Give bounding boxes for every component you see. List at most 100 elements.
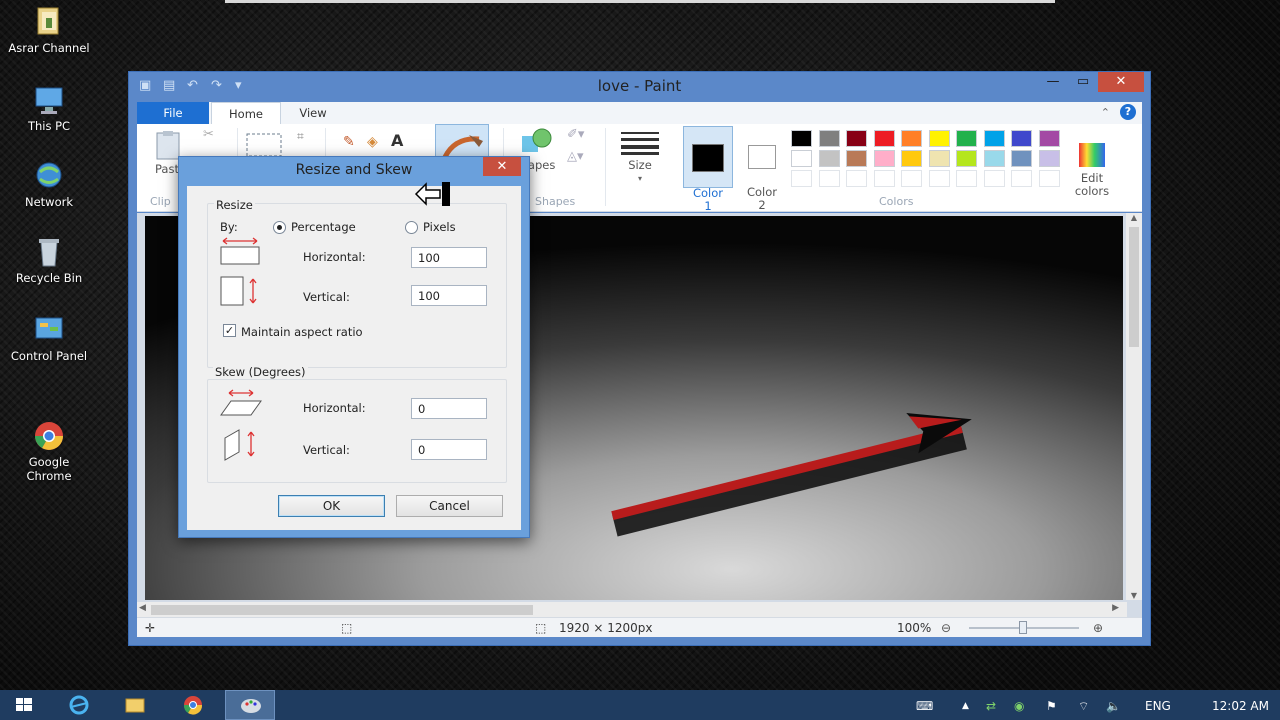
empty-color-swatch[interactable] [928, 170, 950, 187]
resize-horizontal-label: Horizontal: [303, 250, 366, 264]
color-swatch[interactable] [1038, 130, 1060, 147]
ok-button[interactable]: OK [278, 495, 385, 517]
network-icon [32, 160, 66, 192]
help-icon[interactable]: ? [1120, 104, 1136, 120]
color2-button[interactable]: Color 2 [739, 126, 785, 225]
empty-color-swatch[interactable] [1011, 170, 1032, 187]
pixels-label[interactable]: Pixels [423, 220, 456, 234]
percentage-radio[interactable] [273, 221, 286, 234]
percentage-label[interactable]: Percentage [291, 220, 356, 234]
zoom-slider-thumb[interactable] [1019, 621, 1027, 634]
desktop-icon-control-panel[interactable]: Control Panel [2, 314, 96, 363]
image-dimensions: 1920 × 1200px [559, 621, 653, 635]
crop-icon[interactable]: ⌗ [297, 130, 304, 143]
taskbar-paint[interactable] [225, 690, 275, 720]
color-swatch[interactable] [846, 130, 867, 147]
skew-horizontal-input[interactable]: 0 [411, 398, 487, 419]
ribbon-tabs: File Home View ⌃ ? [137, 102, 1142, 124]
zoom-slider[interactable] [969, 621, 1079, 634]
color-swatch[interactable] [791, 150, 812, 167]
cut-icon[interactable]: ✂ [203, 128, 214, 141]
text-tool-icon[interactable]: A [391, 133, 403, 149]
pixels-radio[interactable] [405, 221, 418, 234]
recycle-bin-icon [32, 236, 66, 268]
clock[interactable]: 12:02 AM [1212, 699, 1269, 713]
color-swatch[interactable] [791, 130, 812, 147]
empty-color-swatch[interactable] [846, 170, 867, 187]
color1-button[interactable]: Color 1 [683, 126, 733, 213]
pencil-icon[interactable]: ✎ [343, 135, 355, 149]
color-swatch[interactable] [983, 130, 1005, 147]
color-swatch[interactable] [928, 130, 950, 147]
color-swatch[interactable] [846, 150, 867, 167]
color-swatch[interactable] [956, 130, 977, 147]
cancel-button[interactable]: Cancel [396, 495, 503, 517]
volume-icon[interactable]: 🔈 [1106, 699, 1121, 713]
dialog-close-button[interactable]: ✕ [483, 157, 521, 176]
close-button[interactable]: ✕ [1098, 72, 1144, 92]
size-button[interactable]: Size ▾ [615, 128, 665, 185]
network-status-icon[interactable]: ⇄ [986, 699, 996, 713]
desktop-icon-recycle-bin[interactable]: Recycle Bin [2, 236, 96, 285]
empty-color-swatch[interactable] [956, 170, 977, 187]
wifi-icon[interactable]: ⌔ [1078, 699, 1089, 714]
color-swatch[interactable] [956, 150, 977, 167]
maximize-button[interactable]: ▭ [1068, 72, 1098, 92]
resize-horizontal-icon [220, 237, 260, 265]
empty-color-swatch[interactable] [901, 170, 922, 187]
zoom-in-button[interactable]: ⊕ [1093, 621, 1103, 635]
control-panel-icon [32, 314, 66, 346]
fill-icon[interactable]: ◈ [367, 135, 378, 149]
action-center-icon[interactable]: ⚑ [1046, 699, 1057, 713]
color-swatch[interactable] [818, 150, 840, 167]
desktop-icon-this-pc[interactable]: This PC [2, 84, 96, 133]
resize-vertical-label: Vertical: [303, 290, 350, 304]
edit-colors-button[interactable]: Edit colors [1069, 128, 1115, 211]
taskbar-chrome[interactable] [168, 690, 218, 720]
empty-color-swatch[interactable] [818, 170, 840, 187]
color-swatch[interactable] [1011, 130, 1032, 147]
keyboard-icon[interactable]: ⌨ [916, 699, 933, 713]
desktop-icon-google-chrome[interactable]: Google Chrome [2, 392, 96, 497]
minimize-ribbon-icon[interactable]: ⌃ [1101, 106, 1110, 119]
security-icon[interactable]: ◉ [1014, 699, 1024, 713]
language-indicator[interactable]: ENG [1145, 699, 1171, 713]
color-swatch[interactable] [928, 150, 950, 167]
tab-view[interactable]: View [282, 102, 344, 124]
minimize-button[interactable]: — [1038, 72, 1068, 92]
color-swatch[interactable] [901, 130, 922, 147]
desktop-icon-network[interactable]: Network [2, 160, 96, 209]
color-swatch[interactable] [1011, 150, 1032, 167]
move-cursor-icon [414, 182, 450, 206]
color-swatch[interactable] [901, 150, 922, 167]
maintain-aspect-checkbox[interactable]: ✓ [223, 324, 236, 337]
empty-color-swatch[interactable] [791, 170, 812, 187]
empty-color-swatch[interactable] [873, 170, 895, 187]
taskbar-internet-explorer[interactable] [54, 690, 104, 720]
resize-vertical-input[interactable]: 100 [411, 285, 487, 306]
color-swatch[interactable] [983, 150, 1005, 167]
color2-swatch [748, 145, 776, 169]
taskbar: ⌨ ▲ ⇄ ◉ ⚑ ⌔ 🔈 ENG 12:02 AM [0, 690, 1280, 720]
tab-home[interactable]: Home [211, 102, 281, 124]
taskbar-file-explorer[interactable] [110, 690, 160, 720]
resize-horizontal-input[interactable]: 100 [411, 247, 487, 268]
outline-icon[interactable]: ✐▾ [567, 128, 584, 141]
start-button[interactable] [0, 690, 48, 720]
tab-file[interactable]: File [137, 102, 209, 124]
color-swatch[interactable] [1038, 150, 1060, 167]
horizontal-scrollbar[interactable]: ◀ ▶ [137, 602, 1127, 618]
desktop-icon-asrar-channel[interactable]: Asrar Channel [2, 6, 96, 55]
zoom-out-button[interactable]: ⊖ [941, 621, 951, 635]
color-swatch[interactable] [818, 130, 840, 147]
color-swatch[interactable] [873, 130, 895, 147]
fill-style-icon[interactable]: ◬▾ [567, 150, 584, 163]
empty-color-swatch[interactable] [1038, 170, 1060, 187]
vertical-scrollbar[interactable]: ▲ ▼ [1126, 213, 1142, 600]
desktop-icon-label: Google Chrome [26, 455, 72, 483]
maintain-aspect-label[interactable]: Maintain aspect ratio [241, 325, 363, 339]
empty-color-swatch[interactable] [983, 170, 1005, 187]
show-hidden-icons-icon[interactable]: ▲ [962, 701, 969, 711]
skew-vertical-input[interactable]: 0 [411, 439, 487, 460]
color-swatch[interactable] [873, 150, 895, 167]
